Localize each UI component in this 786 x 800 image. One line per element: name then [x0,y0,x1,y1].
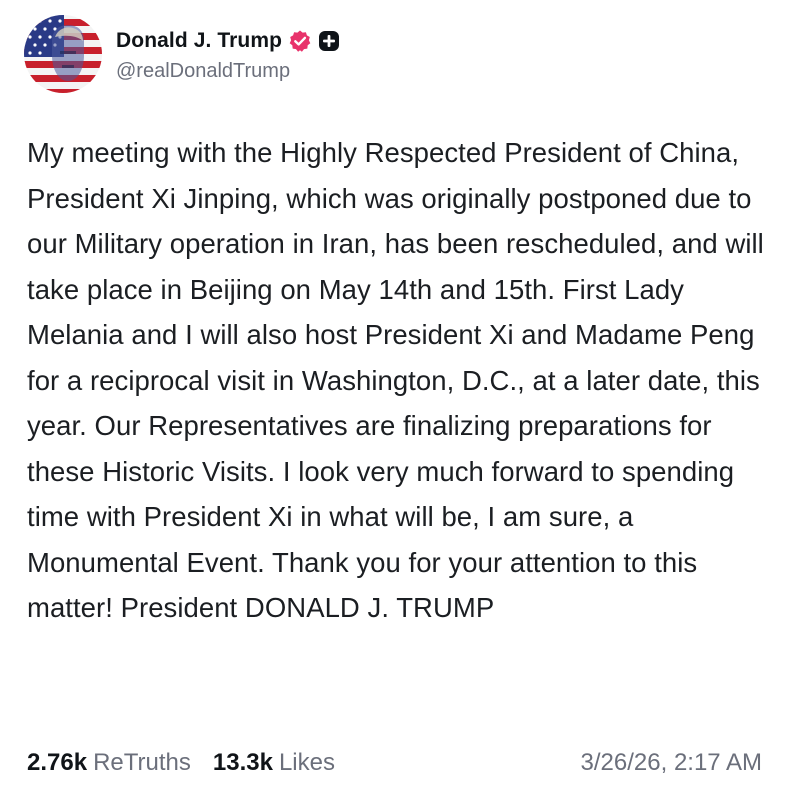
retruths-stat[interactable]: 2.76k ReTruths [27,749,191,777]
name-row: Donald J. Trump [116,26,340,56]
post-header: Donald J. Trump @realDonaldTrump [24,14,340,94]
retruths-label: ReTruths [93,749,191,776]
plus-badge-icon [318,30,340,52]
author-identity: Donald J. Trump @realDonaldTrump [116,26,340,83]
display-name[interactable]: Donald J. Trump [116,29,282,53]
avatar[interactable] [24,15,102,93]
truth-post: Donald J. Trump @realDonaldTrump My meet… [0,0,786,800]
likes-stat[interactable]: 13.3k Likes [213,749,335,777]
post-footer: 2.76k ReTruths 13.3k Likes 3/26/26, 2:17… [27,745,762,781]
avatar-flag-portrait-icon [24,15,102,93]
verified-badge-icon [288,29,312,53]
retruths-count: 2.76k [27,749,88,776]
user-handle[interactable]: @realDonaldTrump [116,60,340,83]
likes-label: Likes [278,749,335,776]
likes-count: 13.3k [212,749,273,776]
post-timestamp[interactable]: 3/26/26, 2:17 AM [581,749,762,777]
post-body-text: My meeting with the Highly Respected Pre… [27,137,764,623]
